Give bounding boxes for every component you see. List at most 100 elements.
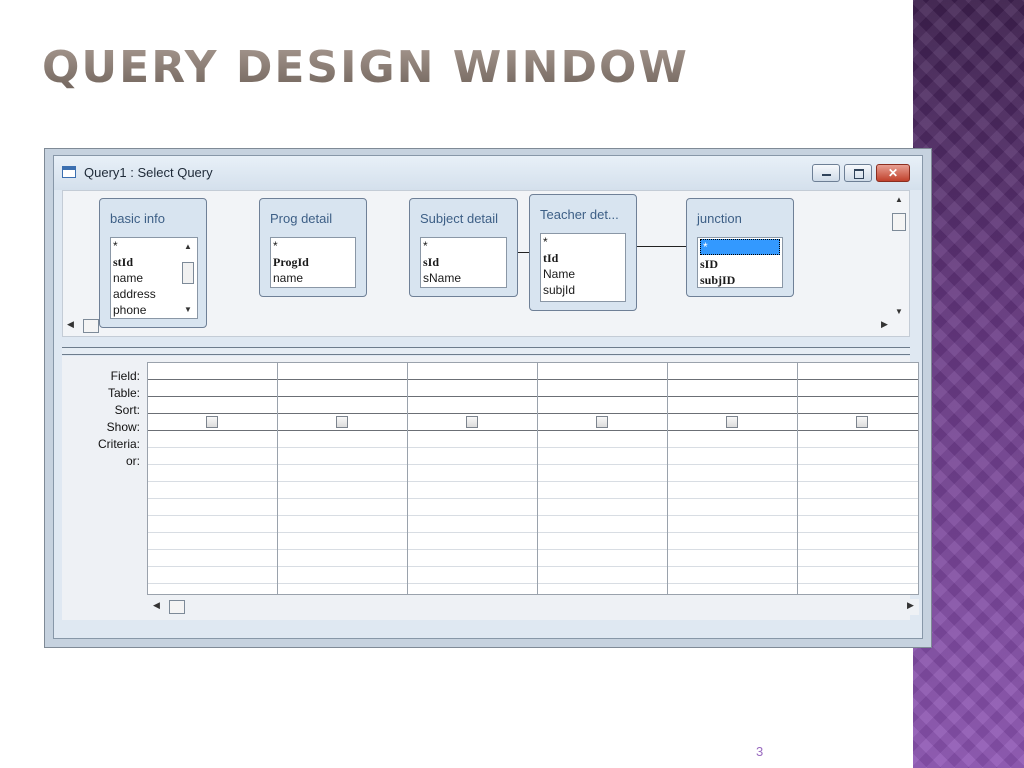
- grid-cell[interactable]: [148, 550, 277, 567]
- grid-cell[interactable]: [538, 482, 667, 499]
- grid-cell[interactable]: [668, 431, 797, 448]
- grid-cell[interactable]: [408, 431, 537, 448]
- grid-cell[interactable]: [668, 516, 797, 533]
- scroll-up-icon[interactable]: ▲: [184, 242, 192, 251]
- show-checkbox[interactable]: [596, 416, 608, 428]
- maximize-button[interactable]: [844, 164, 872, 182]
- grid-horizontal-scrollbar[interactable]: ◀ ▶: [147, 599, 919, 615]
- grid-cell[interactable]: [408, 516, 537, 533]
- grid-cell[interactable]: [668, 397, 797, 414]
- table-box-subject-detail[interactable]: Subject detail * sId sName: [409, 198, 518, 297]
- grid-cell[interactable]: [538, 448, 667, 465]
- grid-cell[interactable]: [668, 550, 797, 567]
- scroll-thumb[interactable]: [169, 600, 185, 614]
- show-checkbox[interactable]: [856, 416, 868, 428]
- show-checkbox[interactable]: [206, 416, 218, 428]
- grid-cell[interactable]: [148, 363, 277, 380]
- grid-cell[interactable]: [538, 363, 667, 380]
- grid-cell[interactable]: [408, 397, 537, 414]
- grid-cell[interactable]: [408, 482, 537, 499]
- grid-cell[interactable]: [148, 380, 277, 397]
- field-list[interactable]: * tId Name subjId: [540, 233, 626, 302]
- window-titlebar[interactable]: Query1 : Select Query ✕: [54, 156, 922, 190]
- scroll-right-icon[interactable]: ▶: [881, 319, 888, 330]
- field-list[interactable]: * sID subjID: [697, 237, 783, 288]
- grid-cell[interactable]: [798, 380, 918, 397]
- grid-cell[interactable]: [278, 533, 407, 550]
- grid-cell[interactable]: [408, 567, 537, 584]
- field-item[interactable]: subjId: [541, 282, 625, 298]
- join-line-subject-teacher[interactable]: [518, 252, 529, 253]
- grid-cell[interactable]: [798, 431, 918, 448]
- grid-cell[interactable]: [148, 431, 277, 448]
- grid-cell[interactable]: [798, 414, 918, 431]
- grid-cell[interactable]: [408, 465, 537, 482]
- grid-cell[interactable]: [278, 516, 407, 533]
- scroll-thumb[interactable]: [892, 213, 906, 231]
- grid-cell[interactable]: [148, 448, 277, 465]
- grid-cell[interactable]: [668, 465, 797, 482]
- grid-cell[interactable]: [278, 380, 407, 397]
- field-item-key[interactable]: sId: [421, 254, 506, 270]
- grid-cell[interactable]: [278, 550, 407, 567]
- grid-cell[interactable]: [668, 448, 797, 465]
- grid-cell[interactable]: [148, 516, 277, 533]
- field-item-key[interactable]: ProgId: [271, 254, 355, 270]
- field-item[interactable]: sName: [421, 270, 506, 286]
- grid-cell[interactable]: [668, 363, 797, 380]
- grid-cell[interactable]: [798, 533, 918, 550]
- grid-cell[interactable]: [798, 499, 918, 516]
- grid-cell[interactable]: [278, 397, 407, 414]
- grid-cell[interactable]: [798, 482, 918, 499]
- grid-cell[interactable]: [538, 414, 667, 431]
- grid-cell[interactable]: [408, 414, 537, 431]
- field-item-key[interactable]: subjID: [698, 272, 782, 288]
- field-item[interactable]: Name: [541, 266, 625, 282]
- field-list-scrollbar[interactable]: ▲ ▼: [181, 242, 195, 314]
- close-button[interactable]: ✕: [876, 164, 910, 182]
- grid-cell[interactable]: [798, 363, 918, 380]
- grid-cell[interactable]: [798, 516, 918, 533]
- show-checkbox[interactable]: [726, 416, 738, 428]
- field-item-selected[interactable]: *: [700, 239, 780, 255]
- grid-cell[interactable]: [408, 499, 537, 516]
- scroll-right-icon[interactable]: ▶: [907, 600, 914, 611]
- grid-cell[interactable]: [408, 533, 537, 550]
- grid-cell[interactable]: [668, 533, 797, 550]
- scroll-up-icon[interactable]: ▲: [895, 195, 903, 204]
- grid-cell[interactable]: [668, 380, 797, 397]
- field-list[interactable]: * ProgId name: [270, 237, 356, 288]
- grid-cell[interactable]: [668, 414, 797, 431]
- grid-cell[interactable]: [538, 550, 667, 567]
- table-pane-horizontal-scrollbar[interactable]: ◀ ▶: [65, 319, 891, 333]
- grid-cell[interactable]: [798, 567, 918, 584]
- grid-cell[interactable]: [278, 363, 407, 380]
- grid-cell[interactable]: [408, 550, 537, 567]
- grid-cell[interactable]: [278, 431, 407, 448]
- grid-cell[interactable]: [148, 465, 277, 482]
- grid-cell[interactable]: [798, 397, 918, 414]
- grid-cell[interactable]: [408, 363, 537, 380]
- table-box-prog-detail[interactable]: Prog detail * ProgId name: [259, 198, 367, 297]
- field-item[interactable]: *: [421, 238, 506, 254]
- join-line-teacher-junction[interactable]: [637, 246, 686, 247]
- field-item-key[interactable]: tId: [541, 250, 625, 266]
- scroll-left-icon[interactable]: ◀: [67, 319, 74, 330]
- grid-cell[interactable]: [538, 499, 667, 516]
- grid-cell[interactable]: [538, 465, 667, 482]
- table-pane-vertical-scrollbar[interactable]: ▲ ▼: [891, 195, 907, 317]
- field-item[interactable]: *: [541, 234, 625, 250]
- grid-cell[interactable]: [148, 499, 277, 516]
- table-box-teacher-detail[interactable]: Teacher det... * tId Name subjId: [529, 194, 637, 311]
- grid-cell[interactable]: [538, 397, 667, 414]
- scroll-thumb[interactable]: [182, 262, 194, 284]
- grid-cell[interactable]: [408, 380, 537, 397]
- grid-cell[interactable]: [798, 465, 918, 482]
- grid-cell[interactable]: [408, 448, 537, 465]
- grid-cell[interactable]: [668, 567, 797, 584]
- table-box-basic-info[interactable]: basic info * stId name address phone ▲ ▼: [99, 198, 207, 328]
- grid-cell[interactable]: [798, 550, 918, 567]
- grid-cell[interactable]: [668, 482, 797, 499]
- grid-cell[interactable]: [278, 414, 407, 431]
- grid-cell[interactable]: [538, 380, 667, 397]
